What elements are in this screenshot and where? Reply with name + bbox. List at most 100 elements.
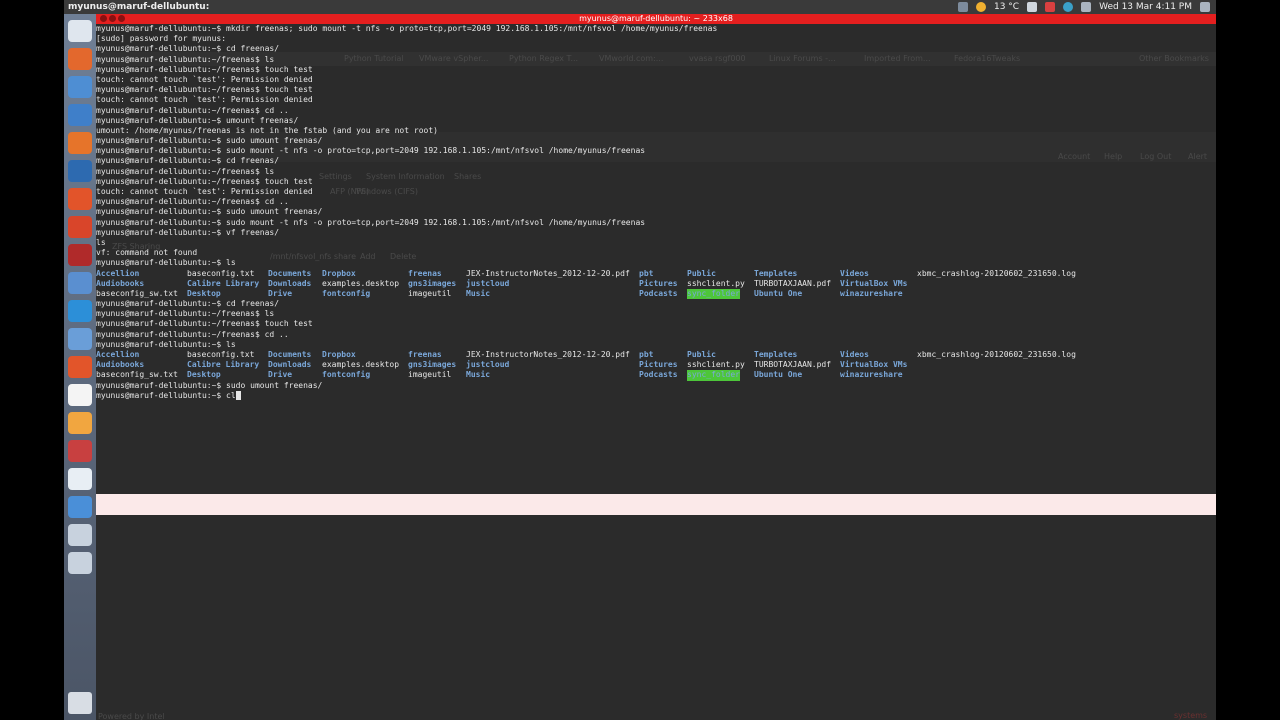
listing-entry: sshclient.py xyxy=(687,278,745,288)
listing-entry: Ubuntu One xyxy=(754,288,803,298)
settings-icon[interactable] xyxy=(68,216,92,238)
network-icon[interactable] xyxy=(68,328,92,350)
listing-entry: examples.desktop xyxy=(322,278,400,288)
terminal-line: myunus@maruf-dellubuntu:~/freenas$ touch… xyxy=(96,64,313,74)
terminal-line: touch: cannot touch `test': Permission d… xyxy=(96,187,313,196)
bluetooth-icon[interactable] xyxy=(1063,2,1074,12)
listing-entry: Downloads xyxy=(268,278,312,288)
firefox-icon[interactable] xyxy=(68,132,92,154)
window-title-bar[interactable]: myunus@maruf-dellubuntu: ~ 233x68 xyxy=(96,14,1216,24)
ubuntu-one-icon[interactable] xyxy=(68,356,92,378)
listing-entry: Drive xyxy=(268,370,293,380)
terminal-lines-middle: myunus@maruf-dellubuntu:~$ cd freenas/my… xyxy=(96,299,1216,350)
terminal-input[interactable]: cl xyxy=(226,391,236,400)
top-panel: myunus@maruf-dellubuntu: 13 °C Wed 13 Ma… xyxy=(64,0,1216,14)
chromium-icon[interactable] xyxy=(68,76,92,98)
listing-entry: sync_folder xyxy=(687,288,740,300)
listing-entry: TURBOTAXJAAN.pdf xyxy=(754,278,832,288)
terminal-lines-bottom: myunus@maruf-dellubuntu:~$ sudo umount f… xyxy=(96,381,1216,391)
terminal-line: ls xyxy=(96,237,106,247)
terminal-line: myunus@maruf-dellubuntu:~$ sudo umount f… xyxy=(96,380,323,390)
terminal-prompt-line[interactable]: myunus@maruf-dellubuntu:~$ cl xyxy=(96,390,1216,401)
remote-icon[interactable] xyxy=(68,496,92,518)
clock[interactable]: Wed 13 Mar 4:11 PM xyxy=(1099,0,1192,14)
terminal-line: myunus@maruf-dellubuntu:~$ ls xyxy=(96,339,236,349)
listing-entry: justcloud xyxy=(466,360,510,370)
thunderbird-icon[interactable] xyxy=(68,104,92,126)
desktop: myunus@maruf-dellubuntu: 13 °C Wed 13 Ma… xyxy=(64,0,1216,720)
listing-entry: imageutil xyxy=(408,288,452,298)
directory-listing: Accellion Audiobooks baseconfig_sw.txt base… xyxy=(96,269,1216,300)
trash-icon[interactable] xyxy=(68,692,92,714)
listing-entry: Calibre Library xyxy=(187,278,260,288)
terminal-line: myunus@maruf-dellubuntu:~$ mkdir freenas… xyxy=(96,24,718,33)
network-icon[interactable] xyxy=(957,2,968,12)
terminal-line: myunus@maruf-dellubuntu:~/freenas$ touch… xyxy=(96,176,313,186)
alert-icon[interactable] xyxy=(1045,2,1056,12)
maximize-window-icon[interactable] xyxy=(118,15,125,22)
mail-icon[interactable] xyxy=(1027,2,1038,12)
terminal-output[interactable]: myunus@maruf-dellubuntu:~$ mkdir freenas… xyxy=(96,24,1216,720)
terminal-line: myunus@maruf-dellubuntu:~$ ls xyxy=(96,258,236,268)
terminal-line: myunus@maruf-dellubuntu:~/freenas$ touch… xyxy=(96,85,313,95)
terminal-line: myunus@maruf-dellubuntu:~$ cd freenas/ xyxy=(96,44,280,54)
terminal-lines-top: myunus@maruf-dellubuntu:~$ mkdir freenas… xyxy=(96,24,1216,269)
listing-entry: freenas xyxy=(408,268,442,278)
listing-entry: Desktop xyxy=(187,370,221,380)
selection-band xyxy=(96,494,1216,515)
skype-icon[interactable] xyxy=(68,300,92,322)
listing-entry: Templates xyxy=(754,268,798,278)
power-icon[interactable] xyxy=(1200,2,1210,12)
dictionary-icon[interactable] xyxy=(68,440,92,462)
vmware-icon[interactable] xyxy=(68,160,92,182)
window-controls xyxy=(100,15,125,22)
terminal-line: myunus@maruf-dellubuntu:~/freenas$ touch… xyxy=(96,319,313,329)
amazon-icon[interactable] xyxy=(68,384,92,406)
listing-entry: Templates xyxy=(754,350,798,360)
terminal-line: umount: /home/myunus/freenas is not in t… xyxy=(96,125,438,135)
listing-entry: Pictures xyxy=(639,360,678,370)
volume-icon[interactable] xyxy=(1081,2,1092,12)
listing-entry: pbt xyxy=(639,268,654,278)
files-icon[interactable] xyxy=(68,48,92,70)
document-icon[interactable] xyxy=(68,524,92,546)
office-icon[interactable] xyxy=(68,468,92,490)
terminal-prompt: myunus@maruf-dellubuntu:~$ xyxy=(96,390,227,400)
listing-entry: Accellion xyxy=(96,350,140,360)
listing-entry: justcloud xyxy=(466,278,510,288)
terminal-line: [sudo] password for myunus: xyxy=(96,34,227,44)
terminal-line: myunus@maruf-dellubuntu:~$ vf freenas/ xyxy=(96,227,280,237)
listing-entry: baseconfig_sw.txt xyxy=(96,370,178,380)
close-window-icon[interactable] xyxy=(100,15,107,22)
listing-entry: Calibre Library xyxy=(187,360,260,370)
terminal-line: myunus@maruf-dellubuntu:~/freenas$ ls xyxy=(96,309,275,319)
listing-entry: Public xyxy=(687,350,716,360)
listing-entry: xbmc_crashlog-20120602_231650.log xyxy=(917,268,1076,278)
dash-icon[interactable] xyxy=(68,20,92,42)
search-icon[interactable] xyxy=(68,412,92,434)
listing-entry: fontconfig xyxy=(322,288,371,298)
terminal-line: myunus@maruf-dellubuntu:~/freenas$ cd .. xyxy=(96,197,289,207)
listing-entry: fontconfig xyxy=(322,370,371,380)
listing-entry: baseconfig.txt xyxy=(187,350,255,360)
window-title: myunus@maruf-dellubuntu: ~ 233x68 xyxy=(579,14,733,23)
terminal-cursor xyxy=(235,390,241,400)
listing-entry: Podcasts xyxy=(639,288,678,298)
terminal-icon[interactable] xyxy=(68,244,92,266)
terminal-line: touch: cannot touch `test': Permission d… xyxy=(96,74,313,84)
listing-entry: winazureshare xyxy=(840,288,903,298)
terminal-line: myunus@maruf-dellubuntu:~$ cd freenas/ xyxy=(96,299,280,309)
listing-entry: baseconfig_sw.txt xyxy=(96,288,178,298)
listing-entry: Audiobooks xyxy=(96,360,145,370)
weather-icon[interactable] xyxy=(975,2,986,12)
listing-entry: gns3images xyxy=(408,360,457,370)
virtualbox-icon[interactable] xyxy=(68,272,92,294)
listing-entry: Music xyxy=(466,288,491,298)
drive-icon[interactable] xyxy=(68,552,92,574)
terminal-line: touch: cannot touch `test': Permission d… xyxy=(96,95,313,105)
terminal-line: myunus@maruf-dellubuntu:~$ sudo umount f… xyxy=(96,207,323,217)
temperature[interactable]: 13 °C xyxy=(994,0,1019,14)
tools-icon[interactable] xyxy=(68,188,92,210)
terminal-line: myunus@maruf-dellubuntu:~/freenas$ ls xyxy=(96,54,275,64)
minimize-window-icon[interactable] xyxy=(109,15,116,22)
